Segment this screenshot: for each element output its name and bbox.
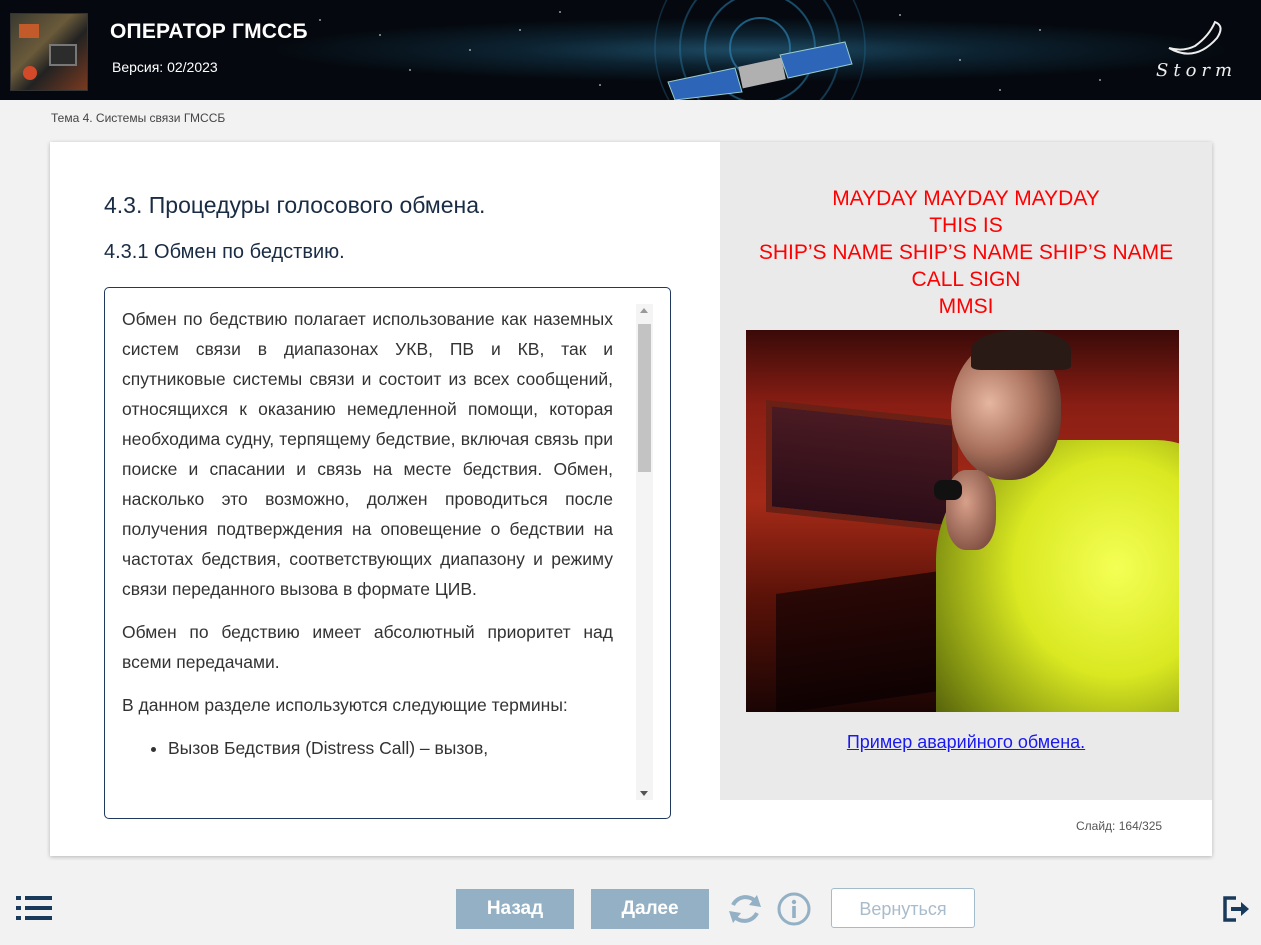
menu-list-icon[interactable]: [16, 895, 54, 921]
next-button[interactable]: Далее: [591, 889, 709, 929]
back-button[interactable]: Назад: [456, 889, 574, 929]
operator-photo: [746, 330, 1179, 712]
mayday-line: CALL SIGN: [911, 268, 1021, 291]
scroll-down-arrow-icon[interactable]: [640, 791, 648, 796]
mayday-line: SHIP’S NAME SHIP’S NAME SHIP’S NAME: [758, 241, 1174, 264]
header-background: [319, 0, 1101, 100]
media-pane: MAYDAY MAYDAY MAYDAY THIS IS SHIP’S NAME…: [720, 142, 1212, 800]
info-icon[interactable]: [776, 891, 812, 927]
course-thumbnail: [10, 13, 88, 91]
text-scroll-box[interactable]: Обмен по бедствию полагает использование…: [104, 287, 671, 819]
mayday-text: MAYDAY MAYDAY MAYDAY THIS IS SHIP’S NAME…: [720, 185, 1212, 320]
terms-list: Вызов Бедствия (Distress Call) – вызов,: [122, 733, 613, 763]
exit-icon[interactable]: [1222, 895, 1250, 923]
example-distress-link[interactable]: Пример аварийного обмена.: [720, 732, 1212, 753]
slide-counter: Слайд: 164/325: [1076, 819, 1163, 833]
slide-card: 4.3. Процедуры голосового обмена. 4.3.1 …: [50, 142, 1212, 856]
scroll-thumb[interactable]: [638, 324, 651, 472]
vertical-scrollbar[interactable]: [636, 304, 653, 800]
list-item: Вызов Бедствия (Distress Call) – вызов,: [168, 733, 613, 763]
mayday-line: THIS IS: [929, 214, 1003, 237]
paragraph: Обмен по бедствию полагает использование…: [122, 309, 613, 599]
subsection-title: 4.3.1 Обмен по бедствию.: [104, 241, 345, 263]
mayday-line: MMSI: [938, 295, 994, 318]
text-content: Обмен по бедствию полагает использование…: [122, 304, 613, 763]
breadcrumb: Тема 4. Системы связи ГМССБ: [51, 111, 226, 125]
storm-logo-icon: [1168, 20, 1222, 55]
paragraph: В данном разделе используются следующие …: [122, 695, 568, 715]
return-button[interactable]: Вернуться: [831, 888, 975, 928]
app-title: ОПЕРАТОР ГМССБ: [110, 20, 308, 43]
satellite-icon: [667, 41, 853, 100]
app-version: Версия: 02/2023: [112, 59, 218, 75]
mayday-line: MAYDAY MAYDAY MAYDAY: [832, 187, 1100, 210]
storm-logo-text: Storm: [1156, 60, 1238, 81]
scroll-up-arrow-icon[interactable]: [640, 308, 648, 313]
app-header: ОПЕРАТОР ГМССБ Версия: 02/2023 Storm: [0, 0, 1261, 100]
section-title: 4.3. Процедуры голосового обмена.: [104, 192, 486, 218]
paragraph: Обмен по бедствию имеет абсолютный приор…: [122, 622, 613, 672]
reload-icon[interactable]: [727, 891, 763, 927]
